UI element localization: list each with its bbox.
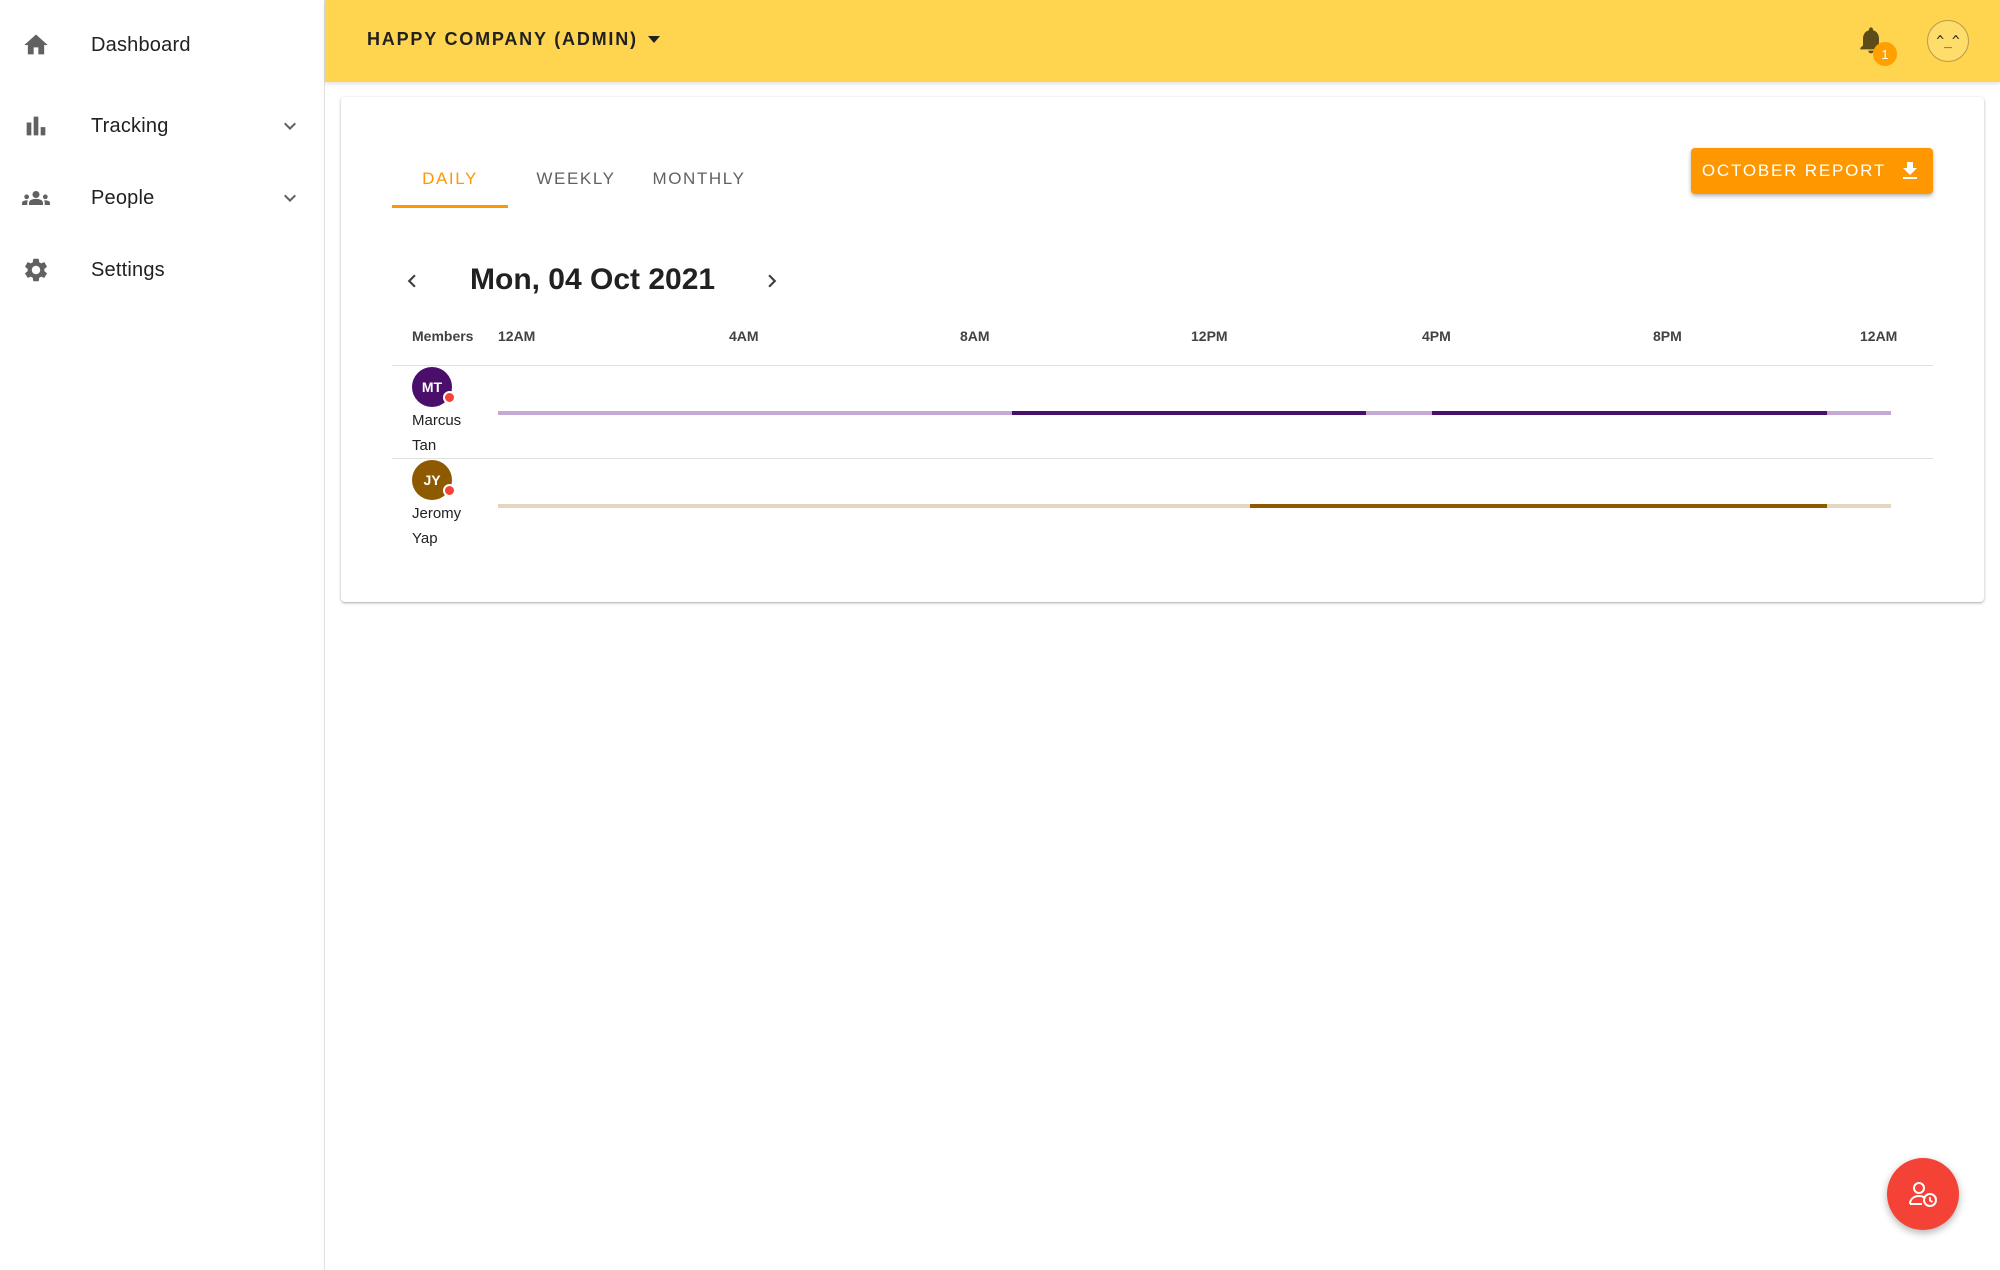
chevron-left-icon (407, 274, 416, 288)
activity-segment[interactable] (1249, 504, 1828, 508)
member-name: Marcus Tan (412, 408, 461, 458)
chevron-down-icon[interactable] (278, 114, 302, 138)
october-report-button[interactable]: OCTOBER REPORT (1691, 148, 1933, 194)
date-title: Mon, 04 Oct 2021 (470, 263, 716, 296)
member-last-name: Tan (412, 437, 437, 454)
time-tick-label: 4PM (1422, 328, 1451, 344)
time-tick-label: 8PM (1653, 328, 1682, 344)
row-divider (392, 365, 1933, 366)
tab-monthly[interactable]: MONTHLY (639, 169, 759, 209)
activity-track (498, 411, 1891, 415)
timeline-card: DAILY WEEKLY MONTHLY OCTOBER REPORT Mon,… (341, 97, 1984, 602)
time-tick-label: 12AM (1860, 328, 1898, 344)
notification-badge: 1 (1873, 42, 1897, 66)
sidebar-item-dashboard[interactable]: Dashboard (0, 9, 324, 81)
user-clock-icon (1909, 1182, 1937, 1207)
member-first-name: Marcus (412, 412, 462, 429)
sidebar-item-settings[interactable]: Settings (0, 234, 324, 306)
bar-chart-icon (22, 112, 50, 140)
company-selector[interactable]: HAPPY COMPANY (ADMIN) (367, 29, 660, 50)
sidebar-item-label: Settings (91, 258, 165, 281)
row-divider (392, 458, 1933, 459)
member-last-name: Yap (412, 530, 438, 547)
time-tick-label: 12AM (498, 328, 536, 344)
activity-track (498, 504, 1891, 508)
time-tick-label: 8AM (960, 328, 990, 344)
home-icon (22, 31, 50, 59)
status-badge (443, 484, 456, 497)
activity-segment[interactable] (1011, 411, 1366, 415)
member-name: Jeromy Yap (412, 501, 461, 551)
gear-icon (22, 256, 50, 284)
user-avatar[interactable]: ^_^ (1927, 20, 1969, 62)
download-icon (1903, 162, 1918, 179)
time-tick-label: 12PM (1191, 328, 1228, 344)
sidebar-item-label: People (91, 186, 155, 209)
member-first-name: Jeromy (412, 505, 462, 522)
sidebar-item-people[interactable]: People (0, 162, 324, 234)
sidebar-item-label: Tracking (91, 114, 169, 137)
status-badge (443, 391, 456, 404)
sidebar: Dashboard Tracking People Settings (0, 0, 325, 1270)
tab-daily[interactable]: DAILY (392, 169, 508, 209)
people-icon (22, 184, 50, 212)
clock-in-fab[interactable] (1887, 1158, 1959, 1230)
caret-down-icon (647, 36, 660, 43)
time-tick-label: 4AM (729, 328, 759, 344)
tab-weekly[interactable]: WEEKLY (521, 169, 631, 209)
chevron-right-icon (768, 274, 777, 288)
sidebar-item-label: Dashboard (91, 33, 191, 56)
company-name: HAPPY COMPANY (ADMIN) (367, 29, 638, 49)
sidebar-item-tracking[interactable]: Tracking (0, 90, 324, 162)
chevron-down-icon[interactable] (278, 186, 302, 210)
next-day-button[interactable] (758, 267, 786, 295)
activity-segment[interactable] (1432, 411, 1828, 415)
members-header: Members (412, 328, 474, 344)
report-button-label: OCTOBER REPORT (1701, 161, 1887, 180)
app-root: Dashboard Tracking People Settings HAPPY… (0, 0, 2000, 1270)
top-app-bar: HAPPY COMPANY (ADMIN) 1 ^_^ (325, 0, 2000, 82)
previous-day-button[interactable] (398, 267, 426, 295)
active-tab-indicator (392, 205, 508, 208)
notifications-button[interactable]: 1 (1855, 24, 1897, 66)
